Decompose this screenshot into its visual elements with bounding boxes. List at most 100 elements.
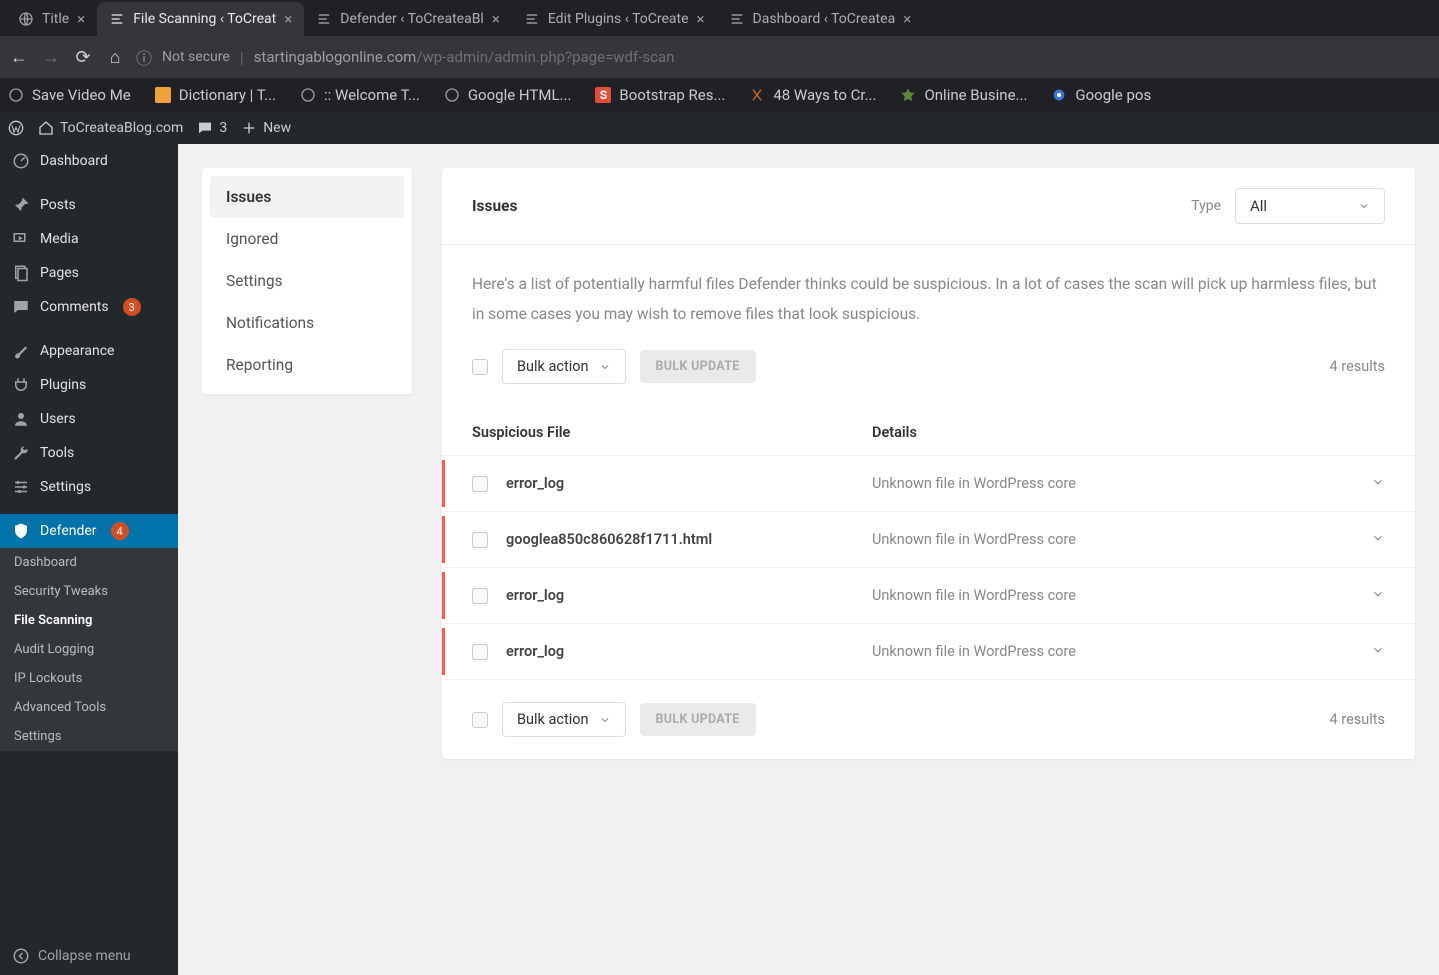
sidebar-item-plugins[interactable]: Plugins: [0, 368, 178, 402]
select-all-checkbox[interactable]: [472, 359, 488, 375]
collapse-menu[interactable]: Collapse menu: [0, 937, 178, 975]
expand-toggle[interactable]: [1371, 586, 1385, 605]
issue-detail: Unknown file in WordPress core: [872, 531, 1371, 548]
vtab-notifications[interactable]: Notifications: [210, 302, 404, 344]
forward-button[interactable]: →: [40, 47, 62, 68]
url-host: startingablogonline.com: [254, 48, 417, 66]
bulk-action-select[interactable]: Bulk action: [502, 702, 626, 737]
reload-button[interactable]: ⟳: [72, 47, 94, 68]
tab-title: Edit Plugins ‹ ToCreate: [548, 11, 689, 27]
row-checkbox[interactable]: [472, 532, 488, 548]
bookmark-item[interactable]: Google pos: [1051, 86, 1151, 104]
type-select[interactable]: All: [1235, 188, 1385, 224]
submenu-settings[interactable]: Settings: [0, 722, 178, 751]
close-icon[interactable]: ×: [77, 10, 85, 28]
wp-logo[interactable]: [8, 120, 24, 136]
not-secure-label: Not secure: [162, 49, 230, 65]
submenu-dashboard[interactable]: Dashboard: [0, 548, 178, 577]
bookmark-item[interactable]: SBootstrap Res...: [595, 86, 725, 104]
close-icon[interactable]: ×: [492, 10, 500, 28]
new-label: New: [263, 120, 291, 136]
issues-list: error_log Unknown file in WordPress core…: [442, 455, 1415, 679]
type-value: All: [1250, 197, 1267, 215]
sidebar-item-posts[interactable]: Posts: [0, 188, 178, 222]
sidebar-item-tools[interactable]: Tools: [0, 436, 178, 470]
sidebar-item-appearance[interactable]: Appearance: [0, 334, 178, 368]
vtab-ignored[interactable]: Ignored: [210, 218, 404, 260]
sidebar-item-users[interactable]: Users: [0, 402, 178, 436]
sidebar-item-label: Media: [40, 231, 79, 247]
issue-filename: error_log: [506, 587, 872, 604]
back-button[interactable]: ←: [8, 47, 30, 68]
bulk-action-select[interactable]: Bulk action: [502, 349, 626, 384]
vtab-settings[interactable]: Settings: [210, 260, 404, 302]
submenu-file-scanning[interactable]: File Scanning: [0, 606, 178, 635]
issue-row[interactable]: error_log Unknown file in WordPress core: [442, 455, 1415, 511]
comments-count: 3: [219, 120, 227, 136]
bookmark-item[interactable]: 48 Ways to Cr...: [749, 86, 876, 104]
bookmark-item[interactable]: :: Welcome T...: [300, 86, 420, 104]
url-display[interactable]: startingablogonline.com/wp-admin/admin.p…: [254, 48, 675, 66]
bookmarks-bar: Save Video Me Dictionary | T... :: Welco…: [0, 78, 1439, 112]
results-count: 4 results: [1330, 358, 1385, 375]
expand-toggle[interactable]: [1371, 530, 1385, 549]
bookmark-label: Google HTML...: [468, 86, 572, 104]
site-info-icon[interactable]: ⓘ: [136, 45, 152, 69]
close-icon[interactable]: ×: [903, 10, 911, 28]
comments-link[interactable]: 3: [197, 120, 227, 136]
tab-title: Dashboard ‹ ToCreatea: [753, 11, 896, 27]
tab-title: File Scanning ‹ ToCreat: [133, 11, 276, 27]
bookmark-icon: [300, 87, 316, 103]
issue-row[interactable]: error_log Unknown file in WordPress core: [442, 567, 1415, 623]
bulk-update-button[interactable]: BULK UPDATE: [640, 703, 756, 736]
submenu-audit-logging[interactable]: Audit Logging: [0, 635, 178, 664]
submenu-ip-lockouts[interactable]: IP Lockouts: [0, 664, 178, 693]
close-icon[interactable]: ×: [284, 10, 292, 28]
bulk-update-button[interactable]: BULK UPDATE: [640, 350, 756, 383]
bulk-action-label: Bulk action: [517, 358, 589, 375]
home-button[interactable]: ⌂: [104, 47, 126, 68]
sidebar-item-settings[interactable]: Settings: [0, 470, 178, 504]
bookmark-item[interactable]: Dictionary | T...: [155, 86, 276, 104]
site-link[interactable]: ToCreateaBlog.com: [38, 120, 183, 136]
row-checkbox[interactable]: [472, 476, 488, 492]
plug-icon: [12, 376, 30, 394]
sidebar-item-label: Defender: [40, 523, 97, 539]
sidebar-item-defender[interactable]: Defender 4: [0, 514, 178, 548]
submenu-security-tweaks[interactable]: Security Tweaks: [0, 577, 178, 606]
sidebar-item-pages[interactable]: Pages: [0, 256, 178, 290]
sidebar-item-label: Pages: [40, 265, 79, 281]
bulk-action-label: Bulk action: [517, 711, 589, 728]
close-icon[interactable]: ×: [697, 10, 705, 28]
sidebar-item-comments[interactable]: Comments3: [0, 290, 178, 324]
description-text-a: Here's a list of potentially harmful fil…: [472, 275, 1377, 323]
submenu-advanced-tools[interactable]: Advanced Tools: [0, 693, 178, 722]
expand-toggle[interactable]: [1371, 474, 1385, 493]
vtab-issues[interactable]: Issues: [210, 176, 404, 218]
browser-tab[interactable]: Defender ‹ ToCreateaBl ×: [304, 2, 512, 36]
sidebar-item-label: Tools: [40, 445, 74, 461]
browser-tab[interactable]: Dashboard ‹ ToCreatea ×: [717, 2, 924, 36]
expand-toggle[interactable]: [1371, 642, 1385, 661]
sidebar-item-media[interactable]: Media: [0, 222, 178, 256]
issue-row[interactable]: error_log Unknown file in WordPress core: [442, 623, 1415, 679]
bookmark-item[interactable]: Google HTML...: [444, 86, 572, 104]
bookmark-item[interactable]: Online Busine...: [900, 86, 1027, 104]
issue-row[interactable]: googlea850c860628f1711.html Unknown file…: [442, 511, 1415, 567]
new-link[interactable]: New: [241, 120, 291, 136]
sidebar-item-dashboard[interactable]: Dashboard: [0, 144, 178, 178]
col-suspicious-file: Suspicious File: [472, 424, 872, 441]
vtab-reporting[interactable]: Reporting: [210, 344, 404, 386]
defender-badge: 4: [111, 522, 129, 540]
issues-panel: Issues Type All Here's a list of potenti…: [442, 168, 1415, 759]
row-checkbox[interactable]: [472, 588, 488, 604]
bookmark-label: Bootstrap Res...: [619, 86, 725, 104]
browser-tab[interactable]: Edit Plugins ‹ ToCreate ×: [512, 2, 717, 36]
select-all-checkbox[interactable]: [472, 712, 488, 728]
bookmark-item[interactable]: Save Video Me: [8, 86, 131, 104]
row-checkbox[interactable]: [472, 644, 488, 660]
settings-icon: [12, 478, 30, 496]
browser-tab-active[interactable]: File Scanning ‹ ToCreat ×: [97, 2, 304, 36]
bookmark-icon: [155, 87, 171, 103]
browser-tab[interactable]: Title ×: [6, 2, 97, 36]
